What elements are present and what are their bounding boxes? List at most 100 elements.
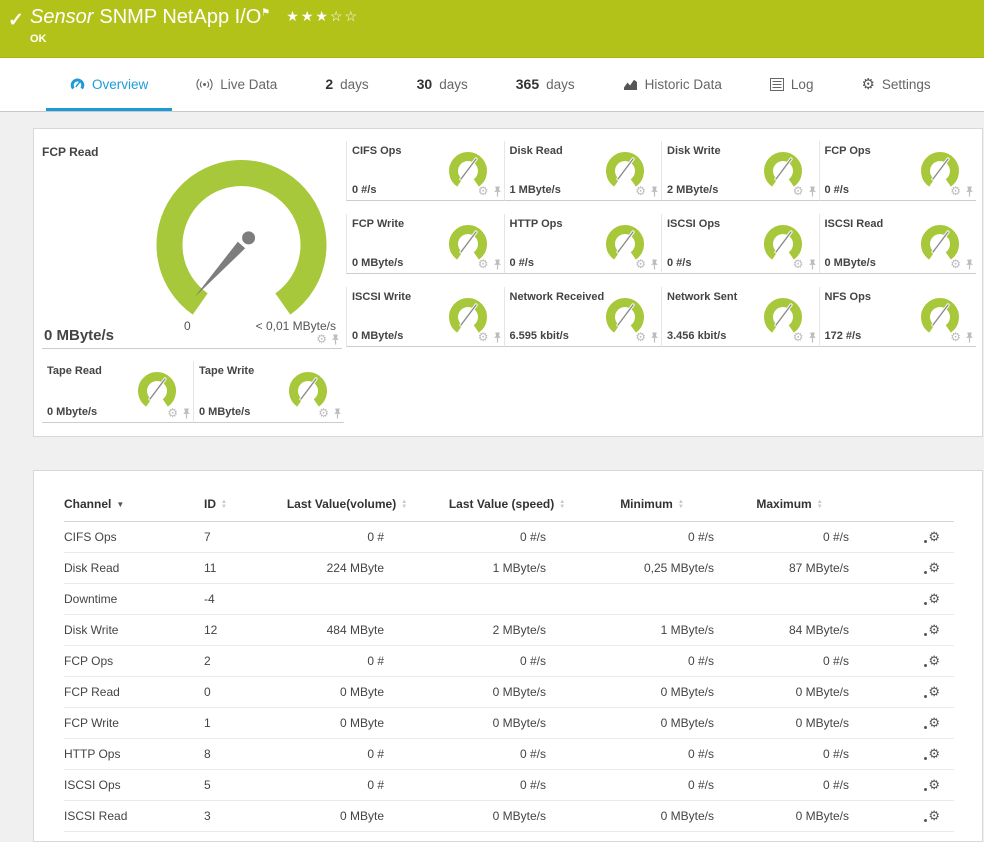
channel-gauge-tile[interactable]: Disk Write 2 MByte/s ⚙ bbox=[661, 141, 819, 201]
pin-icon[interactable] bbox=[333, 408, 342, 419]
cell-actions: ⚙ bbox=[857, 583, 954, 615]
tab-overview[interactable]: Overview bbox=[46, 58, 173, 111]
cell-channel: ISCSI Write bbox=[64, 831, 204, 841]
table-row[interactable]: FCP Read 0 0 MByte 0 MByte/s 0 MByte/s 0… bbox=[64, 676, 954, 708]
pin-icon[interactable] bbox=[965, 259, 974, 270]
tab-settings[interactable]: ⚙ Settings bbox=[837, 58, 954, 111]
tab-label: Log bbox=[790, 76, 814, 92]
pin-icon[interactable] bbox=[965, 186, 974, 197]
cell-id: 11 bbox=[204, 552, 262, 584]
table-row[interactable]: Disk Read 11 224 MByte 1 MByte/s 0,25 MB… bbox=[64, 552, 954, 584]
table-row[interactable]: ISCSI Read 3 0 MByte 0 MByte/s 0 MByte/s… bbox=[64, 800, 954, 832]
channel-settings-icon[interactable]: ⚙ bbox=[924, 623, 940, 636]
gear-icon[interactable]: ⚙ bbox=[950, 258, 961, 270]
gear-icon[interactable]: ⚙ bbox=[950, 185, 961, 197]
gear-icon[interactable]: ⚙ bbox=[316, 333, 327, 345]
channel-settings-icon[interactable]: ⚙ bbox=[924, 654, 940, 667]
column-header-minimum[interactable]: Minimum ▲ ▼ bbox=[582, 489, 722, 522]
pin-icon[interactable] bbox=[182, 408, 191, 419]
gear-icon[interactable]: ⚙ bbox=[635, 331, 646, 343]
tab-log[interactable]: Log bbox=[746, 58, 838, 111]
tab-365-days[interactable]: 365 days bbox=[492, 58, 599, 111]
gear-icon[interactable]: ⚙ bbox=[793, 331, 804, 343]
gear-icon[interactable]: ⚙ bbox=[793, 185, 804, 197]
gear-icon[interactable]: ⚙ bbox=[635, 258, 646, 270]
gear-icon[interactable]: ⚙ bbox=[950, 331, 961, 343]
table-row[interactable]: ISCSI Write 4 0 MByte 0 MByte/s 0 MByte/… bbox=[64, 831, 954, 841]
pin-icon[interactable] bbox=[650, 332, 659, 343]
pin-icon[interactable] bbox=[650, 186, 659, 197]
pin-icon[interactable] bbox=[493, 332, 502, 343]
column-header-last-value-volume[interactable]: Last Value(volume) ▲ ▼ bbox=[262, 489, 432, 522]
gear-icon[interactable]: ⚙ bbox=[635, 185, 646, 197]
pin-icon[interactable] bbox=[331, 334, 340, 345]
cell-minimum: 0 MByte/s bbox=[582, 800, 722, 832]
cell-minimum bbox=[582, 583, 722, 615]
channel-settings-icon[interactable]: ⚙ bbox=[924, 530, 940, 543]
tab-historic-data[interactable]: Historic Data bbox=[599, 58, 746, 111]
cell-actions: ⚙ bbox=[857, 769, 954, 801]
tab-2-days[interactable]: 2 days bbox=[301, 58, 392, 111]
cell-last-value-volume: 0 # bbox=[262, 769, 432, 801]
channel-gauge-tile[interactable]: FCP Write 0 MByte/s ⚙ bbox=[346, 214, 504, 274]
cell-actions: ⚙ bbox=[857, 707, 954, 739]
column-header-maximum[interactable]: Maximum ▲ ▼ bbox=[722, 489, 857, 522]
channel-gauge-tile[interactable]: Tape Read 0 Mbyte/s ⚙ bbox=[42, 361, 193, 423]
gear-icon[interactable]: ⚙ bbox=[318, 407, 329, 419]
cell-maximum: 0 #/s bbox=[722, 738, 857, 770]
pin-icon[interactable] bbox=[965, 332, 974, 343]
channel-settings-icon[interactable]: ⚙ bbox=[924, 747, 940, 760]
channel-gauge-tile[interactable]: FCP Ops 0 #/s ⚙ bbox=[818, 141, 976, 201]
channel-gauge-tile[interactable]: Disk Read 1 MByte/s ⚙ bbox=[503, 141, 661, 201]
pin-icon[interactable] bbox=[493, 186, 502, 197]
priority-stars[interactable]: ★★★☆☆ bbox=[286, 8, 359, 24]
table-row[interactable]: FCP Ops 2 0 # 0 #/s 0 #/s 0 #/s ⚙ bbox=[64, 645, 954, 677]
gear-icon[interactable]: ⚙ bbox=[793, 258, 804, 270]
table-row[interactable]: CIFS Ops 7 0 # 0 #/s 0 #/s 0 #/s ⚙ bbox=[64, 521, 954, 553]
channel-settings-icon[interactable]: ⚙ bbox=[924, 592, 940, 605]
cell-channel: ISCSI Read bbox=[64, 800, 204, 832]
channel-gauge-tile[interactable]: ISCSI Ops 0 #/s ⚙ bbox=[661, 214, 819, 274]
pin-icon[interactable] bbox=[808, 186, 817, 197]
gear-icon[interactable]: ⚙ bbox=[478, 185, 489, 197]
channel-gauge-tile[interactable]: HTTP Ops 0 #/s ⚙ bbox=[503, 214, 661, 274]
gauge-value: 0 #/s bbox=[824, 184, 849, 196]
gear-icon[interactable]: ⚙ bbox=[167, 407, 178, 419]
pin-icon[interactable] bbox=[650, 259, 659, 270]
table-row[interactable]: FCP Write 1 0 MByte 0 MByte/s 0 MByte/s … bbox=[64, 707, 954, 739]
pin-icon[interactable] bbox=[808, 332, 817, 343]
column-header-id[interactable]: ID ▲ ▼ bbox=[204, 489, 262, 522]
tab-live-data[interactable]: Live Data bbox=[172, 58, 301, 111]
cell-minimum: 0,25 MByte/s bbox=[582, 552, 722, 584]
pin-icon[interactable] bbox=[808, 259, 817, 270]
cell-last-value-speed: 0 MByte/s bbox=[432, 831, 582, 841]
cell-last-value-speed bbox=[432, 583, 582, 615]
table-row[interactable]: HTTP Ops 8 0 # 0 #/s 0 #/s 0 #/s ⚙ bbox=[64, 738, 954, 770]
tab-30-days[interactable]: 30 days bbox=[393, 58, 492, 111]
table-row[interactable]: Downtime -4 ⚙ bbox=[64, 583, 954, 615]
channel-settings-icon[interactable]: ⚙ bbox=[924, 778, 940, 791]
column-header-last-value-speed[interactable]: Last Value (speed) ▲ ▼ bbox=[432, 489, 582, 522]
gauge-value: 0 #/s bbox=[667, 257, 692, 269]
tile-actions: ⚙ bbox=[316, 333, 340, 345]
channel-settings-icon[interactable]: ⚙ bbox=[924, 685, 940, 698]
pin-icon[interactable] bbox=[493, 259, 502, 270]
channel-gauge-tile[interactable]: Network Sent 3.456 kbit/s ⚙ bbox=[661, 287, 819, 347]
channel-gauge-tile[interactable]: CIFS Ops 0 #/s ⚙ bbox=[346, 141, 504, 201]
channel-settings-icon[interactable]: ⚙ bbox=[924, 809, 940, 822]
table-row[interactable]: Disk Write 12 484 MByte 2 MByte/s 1 MByt… bbox=[64, 614, 954, 646]
channel-gauge-tile[interactable]: Tape Write 0 MByte/s ⚙ bbox=[193, 361, 344, 423]
gauge-value: 1 MByte/s bbox=[509, 184, 561, 196]
channel-gauge-tile[interactable]: Network Received 6.595 kbit/s ⚙ bbox=[503, 287, 661, 347]
channel-settings-icon[interactable]: ⚙ bbox=[924, 716, 940, 729]
channel-gauge-tile[interactable]: NFS Ops 172 #/s ⚙ bbox=[818, 287, 976, 347]
tile-actions: ⚙ bbox=[318, 407, 342, 419]
channel-gauge-tile[interactable]: ISCSI Read 0 MByte/s ⚙ bbox=[818, 214, 976, 274]
channel-settings-icon[interactable]: ⚙ bbox=[924, 561, 940, 574]
channel-gauge-tile[interactable]: ISCSI Write 0 MByte/s ⚙ bbox=[346, 287, 504, 347]
gear-icon[interactable]: ⚙ bbox=[478, 258, 489, 270]
gear-icon[interactable]: ⚙ bbox=[478, 331, 489, 343]
tile-actions: ⚙ bbox=[635, 185, 659, 197]
table-row[interactable]: ISCSI Ops 5 0 # 0 #/s 0 #/s 0 #/s ⚙ bbox=[64, 769, 954, 801]
column-header-channel[interactable]: Channel ▼ bbox=[64, 489, 204, 522]
